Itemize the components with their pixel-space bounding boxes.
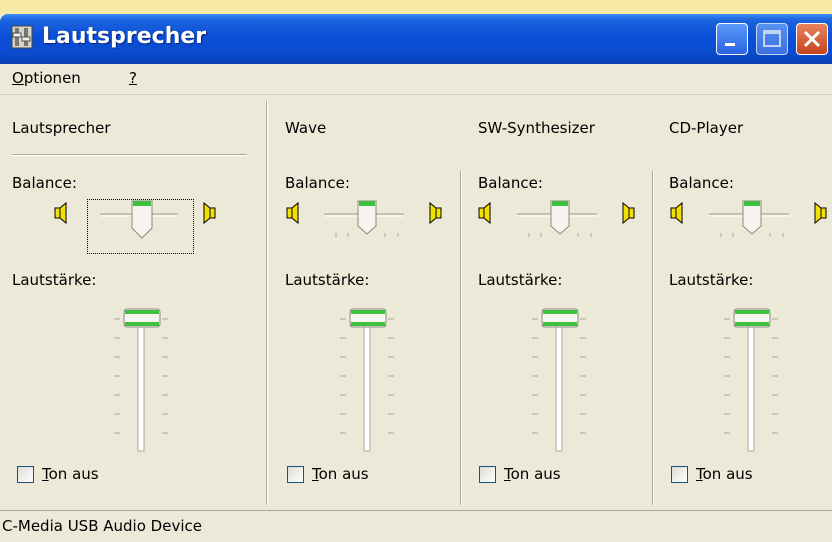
- balance-slider[interactable]: [96, 200, 184, 248]
- mute-label: Ton aus: [42, 465, 99, 483]
- speaker-right-icon: [622, 201, 635, 225]
- volume-slider[interactable]: [718, 308, 788, 459]
- mute-checkbox[interactable]: [479, 466, 496, 483]
- minimize-icon: [725, 43, 735, 46]
- maximize-icon: [763, 30, 781, 47]
- mixer-body: Lautsprecher Balance: Lautstärke: Ton au…: [0, 95, 832, 507]
- title-bar[interactable]: Lautsprecher: [0, 14, 832, 64]
- minimize-button[interactable]: [716, 23, 748, 55]
- close-icon: [803, 30, 821, 48]
- mute-checkbox[interactable]: [17, 466, 34, 483]
- mute-checkbox[interactable]: [671, 466, 688, 483]
- channel-name: CD-Player: [669, 119, 744, 137]
- window-title: Lautsprecher: [42, 24, 207, 49]
- master-separator: [266, 101, 268, 505]
- mute-label: Ton aus: [504, 465, 561, 483]
- separator-line: [12, 154, 247, 156]
- volume-slider[interactable]: [526, 308, 596, 459]
- channel-name: Lautsprecher: [12, 119, 111, 137]
- mixer-window: Lautsprecher Optionen ? Lautsprecher Bal…: [0, 14, 832, 542]
- balance-slider[interactable]: [513, 200, 605, 248]
- status-bar: C-Media USB Audio Device: [0, 510, 832, 542]
- device-name: C-Media USB Audio Device: [2, 517, 202, 535]
- volume-slider-thumb[interactable]: [733, 308, 771, 328]
- balance-label: Balance:: [669, 174, 734, 192]
- speaker-right-icon: [814, 201, 827, 225]
- close-button[interactable]: [796, 23, 828, 55]
- balance-slider[interactable]: [705, 200, 797, 248]
- volume-label: Lautstärke:: [669, 271, 754, 289]
- maximize-button[interactable]: [756, 23, 788, 55]
- volume-label: Lautstärke:: [12, 271, 97, 289]
- mute-checkbox[interactable]: [287, 466, 304, 483]
- balance-label: Balance:: [478, 174, 543, 192]
- volume-label: Lautstärke:: [478, 271, 563, 289]
- volume-slider-thumb[interactable]: [541, 308, 579, 328]
- balance-slider-thumb[interactable]: [357, 200, 377, 235]
- menu-help-label: ?: [129, 69, 137, 87]
- speaker-right-icon: [203, 201, 216, 225]
- channel-separator: [460, 171, 462, 505]
- mute-label: Ton aus: [696, 465, 753, 483]
- balance-slider[interactable]: [320, 200, 412, 248]
- menu-bar: Optionen ?: [0, 64, 832, 95]
- volume-slider[interactable]: [108, 308, 178, 459]
- speaker-right-icon: [429, 201, 442, 225]
- volume-label: Lautstärke:: [285, 271, 370, 289]
- balance-slider-thumb[interactable]: [550, 200, 570, 235]
- mute-label: Ton aus: [312, 465, 369, 483]
- speaker-left-icon: [478, 201, 491, 225]
- menu-options[interactable]: Optionen: [12, 69, 81, 87]
- speaker-left-icon: [286, 201, 299, 225]
- volume-slider[interactable]: [334, 308, 404, 459]
- balance-slider-thumb[interactable]: [131, 200, 153, 239]
- speaker-left-icon: [54, 201, 67, 225]
- balance-label: Balance:: [285, 174, 350, 192]
- menu-options-label: Optionen: [12, 69, 81, 87]
- channel-name: Wave: [285, 119, 327, 137]
- menu-help[interactable]: ?: [129, 69, 137, 87]
- volume-slider-thumb[interactable]: [349, 308, 387, 328]
- balance-slider-thumb[interactable]: [742, 200, 762, 235]
- volume-slider-thumb[interactable]: [123, 308, 161, 328]
- channel-separator: [652, 171, 654, 505]
- channel-name: SW-Synthesizer: [478, 119, 595, 137]
- speaker-left-icon: [670, 201, 683, 225]
- speaker-app-icon: [11, 25, 33, 49]
- balance-label: Balance:: [12, 174, 77, 192]
